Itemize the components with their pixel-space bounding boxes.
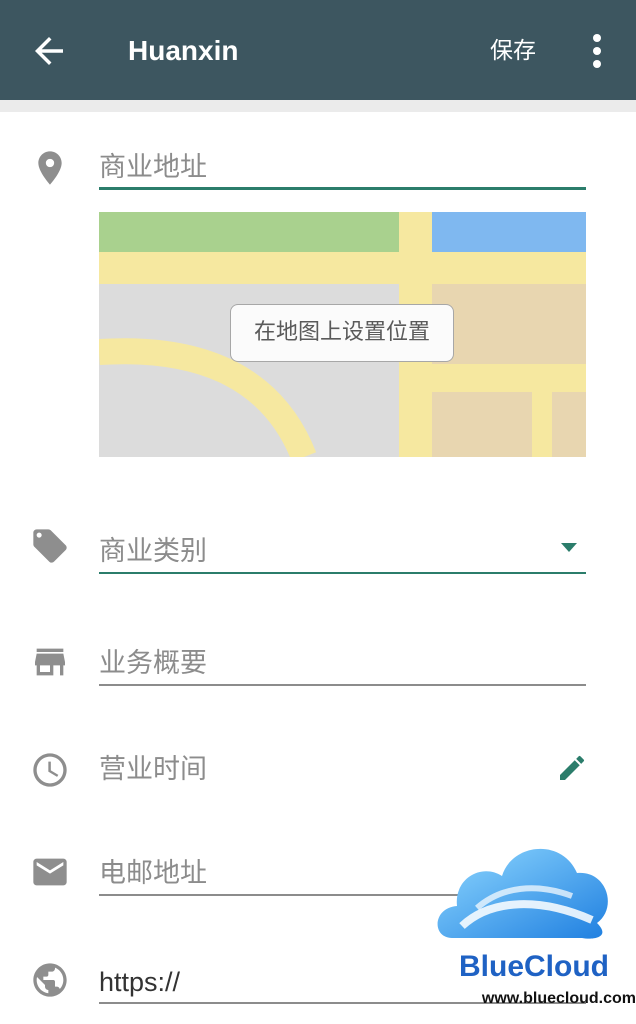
- page-title: Huanxin: [128, 35, 239, 66]
- location-pin-icon: [30, 148, 70, 188]
- set-location-on-map-button[interactable]: 在地图上设置位置: [230, 304, 454, 362]
- watermark-url: www.bluecloud.com: [481, 990, 636, 1007]
- business-hours-label: 营业时间: [99, 754, 207, 785]
- business-description-placeholder: 业务概要: [99, 648, 207, 679]
- business-address-placeholder: 商业地址: [99, 152, 207, 183]
- business-hours-row[interactable]: 营业时间: [99, 748, 519, 792]
- app-bar: Huanxin 保存: [0, 0, 636, 100]
- globe-icon: [30, 960, 70, 1000]
- save-button[interactable]: 保存: [490, 30, 536, 72]
- business-address-input[interactable]: 商业地址: [99, 146, 586, 190]
- watermark-brand: BlueCloud: [459, 950, 609, 983]
- tag-icon: [30, 526, 70, 566]
- email-placeholder: 电邮地址: [99, 858, 207, 889]
- mail-icon: [30, 852, 70, 892]
- back-button[interactable]: [28, 30, 70, 72]
- arrow-back-icon: [35, 37, 63, 65]
- dropdown-arrow-icon[interactable]: [554, 538, 584, 558]
- pencil-icon: [560, 755, 585, 780]
- more-options-button[interactable]: [582, 30, 612, 72]
- clock-icon: [30, 750, 70, 790]
- store-icon: [30, 642, 70, 682]
- business-category-placeholder: 商业类别: [99, 536, 207, 567]
- app-bar-divider: [0, 100, 636, 112]
- business-category-select[interactable]: 商业类别: [99, 530, 586, 574]
- business-description-input[interactable]: 业务概要: [99, 642, 586, 686]
- more-vert-icon: [593, 34, 601, 68]
- website-value: https://: [99, 967, 181, 997]
- edit-hours-button[interactable]: [556, 752, 588, 784]
